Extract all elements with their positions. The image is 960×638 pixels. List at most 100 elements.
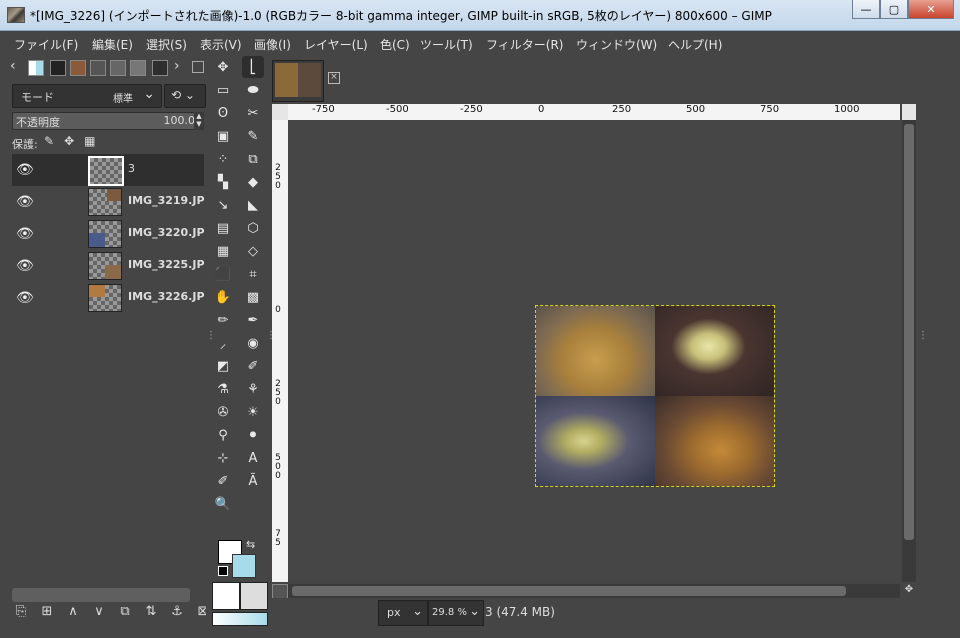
background-color-swatch[interactable] bbox=[232, 554, 256, 578]
align-tool-icon[interactable]: ⎣ bbox=[242, 56, 264, 78]
color-picker-2-tool-icon[interactable]: ✐ bbox=[212, 470, 234, 492]
handle-tool-icon[interactable]: ▦ bbox=[212, 240, 234, 262]
blend-tool-icon[interactable]: ⌗ bbox=[242, 263, 264, 285]
text-tool-icon[interactable]: A bbox=[242, 447, 264, 469]
eye-icon[interactable]: 👁 bbox=[16, 290, 34, 306]
fuzzy-select-tool-icon[interactable]: ▣ bbox=[212, 125, 234, 147]
anchor-layer-button[interactable]: ⚓ bbox=[168, 604, 186, 619]
tab-scroll-right-icon[interactable]: › bbox=[174, 58, 180, 74]
perspective-tool-icon[interactable]: ◣ bbox=[242, 194, 264, 216]
layer-row[interactable]: 👁 IMG_3220.JP bbox=[12, 218, 205, 250]
eye-icon[interactable]: 👁 bbox=[16, 258, 34, 274]
smudge-tool-icon[interactable]: ✋ bbox=[212, 286, 234, 308]
eye-icon[interactable]: 👁 bbox=[16, 194, 34, 210]
layer-row[interactable]: 👁 IMG_3226.JP bbox=[12, 282, 205, 314]
ellipse-select-tool-icon[interactable]: ⬬ bbox=[242, 79, 264, 101]
unified-transform-tool-icon[interactable]: ▚ bbox=[212, 171, 234, 193]
zoom-tool-icon[interactable]: 🔍 bbox=[212, 493, 234, 515]
pattern-preview[interactable] bbox=[240, 582, 268, 610]
ruler-corner-icon[interactable] bbox=[272, 104, 288, 120]
navigate-icon[interactable]: ✥ bbox=[902, 584, 916, 598]
cage-tool-icon[interactable]: ⬡ bbox=[242, 217, 264, 239]
warp-tool-icon[interactable]: ↘ bbox=[212, 194, 234, 216]
lock-position-icon[interactable]: ✥ bbox=[64, 134, 74, 148]
opacity-spinner[interactable]: ▲ ▼ bbox=[194, 112, 204, 130]
default-colors-icon[interactable] bbox=[218, 566, 228, 576]
vertical-scroll-thumb[interactable] bbox=[904, 124, 914, 540]
free-select-tool-icon[interactable]: ʘ bbox=[212, 102, 234, 124]
raise-layer-button[interactable]: ∧ bbox=[64, 604, 82, 619]
layer-list-scrollbar[interactable] bbox=[12, 588, 190, 602]
mode-select[interactable]: モード 標準 ⌄ bbox=[12, 84, 162, 108]
image-tab[interactable] bbox=[272, 60, 324, 102]
dock-grip-icon[interactable]: ⋮ bbox=[206, 330, 216, 341]
layer-row[interactable]: 👁 IMG_3219.JP bbox=[12, 186, 205, 218]
flip-tool-icon[interactable]: ▤ bbox=[212, 217, 234, 239]
image-canvas[interactable] bbox=[535, 305, 775, 487]
horizontal-scroll-thumb[interactable] bbox=[292, 586, 846, 596]
tab-images[interactable] bbox=[70, 60, 86, 76]
dodge-tool-icon[interactable]: ✇ bbox=[212, 401, 234, 423]
move-tool-icon[interactable]: ✥ bbox=[212, 56, 234, 78]
zoom-fit-icon[interactable] bbox=[902, 104, 916, 120]
dock-grip-icon[interactable]: ⋮ bbox=[918, 330, 928, 341]
opacity-slider[interactable]: 不透明度 100.0 bbox=[12, 112, 200, 130]
rect-select-tool-icon[interactable]: ▭ bbox=[212, 79, 234, 101]
scissors-select-tool-icon[interactable]: ✂ bbox=[242, 102, 264, 124]
dock-grip-icon[interactable]: ⋮ bbox=[266, 330, 276, 341]
clone-tool-icon[interactable]: ⚗ bbox=[212, 378, 234, 400]
menu-image[interactable]: 画像(I) bbox=[254, 36, 291, 53]
duplicate-layer-button[interactable]: ⧉ bbox=[116, 604, 134, 619]
measure-tool-icon[interactable]: ⊹ bbox=[212, 447, 234, 469]
menu-edit[interactable]: 編集(E) bbox=[92, 36, 133, 53]
swap-colors-icon[interactable]: ⇆ bbox=[246, 538, 255, 551]
tab-undo[interactable] bbox=[110, 60, 126, 76]
ruler-vertical[interactable]: 2 5 0 0 2 5 0 5 0 0 7 5 bbox=[272, 120, 289, 582]
3d-transform-tool-icon[interactable]: ◇ bbox=[242, 240, 264, 262]
menu-tools[interactable]: ツール(T) bbox=[420, 36, 473, 53]
layer-row[interactable]: 👁 IMG_3225.JP bbox=[12, 250, 205, 282]
menu-view[interactable]: 表示(V) bbox=[200, 36, 242, 53]
menu-layer[interactable]: レイヤー(L) bbox=[304, 36, 368, 53]
pencil-tool-icon[interactable]: ✒ bbox=[242, 309, 264, 331]
crop-tool-icon[interactable]: ⧉ bbox=[242, 148, 264, 170]
vertical-scrollbar[interactable] bbox=[902, 120, 916, 582]
tab-brushes[interactable] bbox=[130, 60, 146, 76]
heal-tool-icon[interactable]: ⚘ bbox=[242, 378, 264, 400]
eye-icon[interactable]: 👁 bbox=[16, 226, 34, 242]
menu-help[interactable]: ヘルプ(H) bbox=[668, 36, 722, 53]
blur-tool-icon[interactable]: ⚫ bbox=[242, 424, 264, 446]
paintbrush-tool-icon[interactable]: ✏ bbox=[212, 309, 234, 331]
tab-scroll-left-icon[interactable]: ‹ bbox=[10, 58, 16, 74]
ruler-horizontal[interactable]: -750 -500 -250 0 250 500 750 1000 bbox=[288, 104, 900, 121]
eraser-tool-icon[interactable]: ✐ bbox=[242, 355, 264, 377]
menu-filters[interactable]: フィルター(R) bbox=[486, 36, 563, 53]
layer-row[interactable]: 👁 3 bbox=[12, 154, 204, 186]
bucket-fill-tool-icon[interactable]: ⬛ bbox=[212, 263, 234, 285]
tab-patterns[interactable] bbox=[90, 60, 106, 76]
menu-windows[interactable]: ウィンドウ(W) bbox=[576, 36, 657, 53]
ink-2-tool-icon[interactable]: Ã bbox=[242, 470, 264, 492]
new-layer-button[interactable]: ⎘ bbox=[12, 604, 30, 619]
zoom-select[interactable]: 29.8 % ⌄ bbox=[428, 600, 484, 626]
dock-menu-icon[interactable] bbox=[192, 61, 204, 73]
maximize-button[interactable]: ▢ bbox=[880, 0, 908, 19]
tab-layers-active[interactable] bbox=[152, 60, 168, 76]
text-pattern-tool-icon[interactable]: ▩ bbox=[242, 286, 264, 308]
close-button[interactable]: ✕ bbox=[908, 0, 954, 19]
lock-alpha-icon[interactable]: ▦ bbox=[84, 134, 95, 148]
close-tab-icon[interactable]: × bbox=[328, 72, 340, 84]
brush-preview[interactable] bbox=[212, 582, 240, 610]
burn-tool-icon[interactable]: ☀ bbox=[242, 401, 264, 423]
select-by-color-tool-icon[interactable]: ⁘ bbox=[212, 148, 234, 170]
menu-color[interactable]: 色(C) bbox=[380, 36, 410, 53]
menu-file[interactable]: ファイル(F) bbox=[14, 36, 78, 53]
lower-layer-button[interactable]: ∨ bbox=[90, 604, 108, 619]
horizontal-scrollbar[interactable] bbox=[288, 584, 900, 598]
mode-reset-button[interactable]: ⟲ ⌄ bbox=[164, 84, 206, 108]
ink-tool-icon[interactable]: ◉ bbox=[242, 332, 264, 354]
eye-icon[interactable]: 👁 bbox=[16, 162, 34, 178]
lock-pixels-icon[interactable]: ✎ bbox=[44, 134, 54, 148]
tab-channels[interactable] bbox=[50, 60, 66, 76]
merge-layer-button[interactable]: ⇅ bbox=[142, 604, 160, 619]
